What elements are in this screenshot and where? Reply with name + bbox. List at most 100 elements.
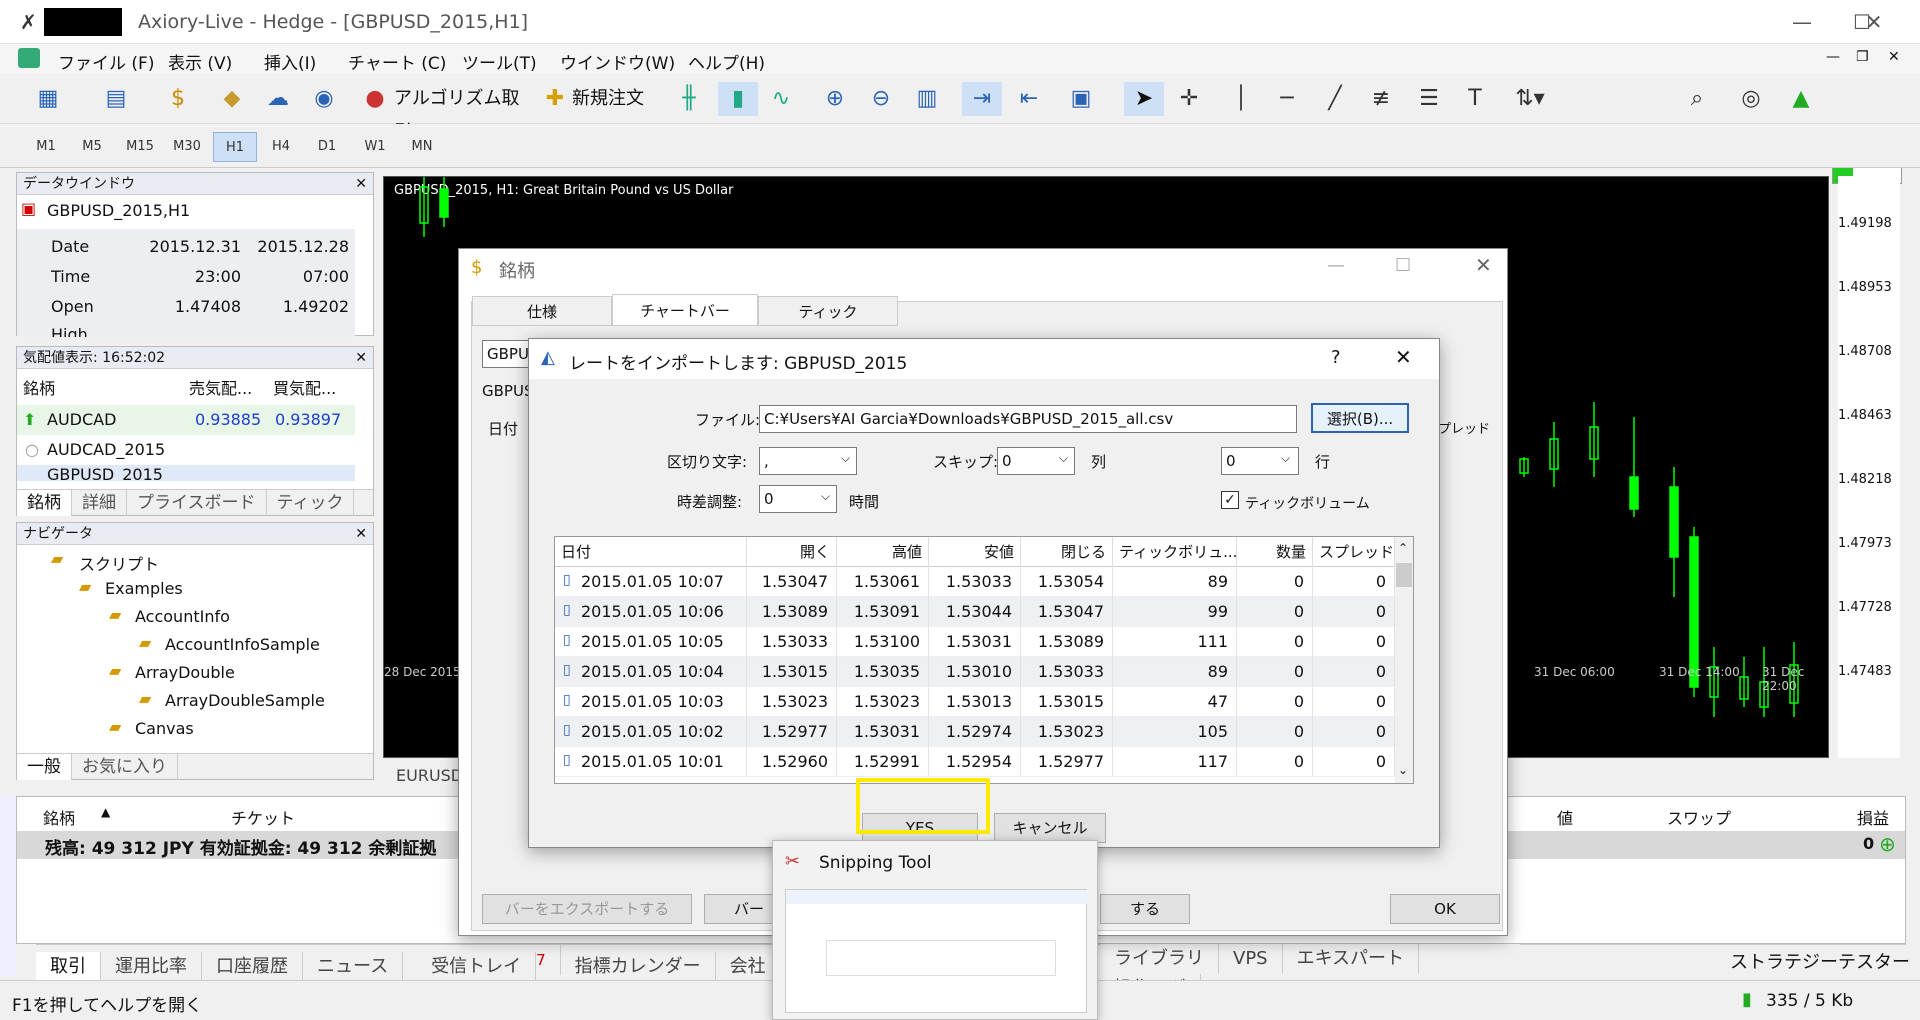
tickvolume-checkbox[interactable]: ✓ [1221, 491, 1239, 509]
line-chart-icon[interactable]: ∿ [764, 82, 798, 116]
table-row[interactable]: ▯ 2015.01.05 10:07 1.53047 1.53061 1.53033 1.… [555, 567, 1395, 597]
chart-shift-icon[interactable]: ⇤ [1012, 82, 1046, 116]
minimize-button[interactable]: — [1780, 6, 1824, 38]
search-icon[interactable]: ⌕ [1680, 82, 1714, 116]
tab-news[interactable]: ニュース [303, 952, 404, 982]
term-col-price[interactable]: 値 [1557, 805, 1573, 829]
tab-chartbar[interactable]: チャートバー [612, 294, 758, 326]
menu-chart[interactable]: チャート (C) [348, 49, 446, 74]
scroll-thumb[interactable] [1396, 563, 1412, 587]
profiles-icon[interactable]: ▤ [96, 82, 136, 116]
chevron-up-icon[interactable]: ⌃ [1398, 541, 1408, 555]
tf-m15[interactable]: M15 [118, 132, 162, 162]
tf-mn[interactable]: MN [400, 132, 444, 162]
quotes-col-ask[interactable]: 買気配... [273, 375, 336, 399]
zoom-out-icon[interactable]: ⊖ [864, 82, 898, 116]
add-icon[interactable]: ⊕ [1879, 832, 1896, 856]
tab-vps[interactable]: VPS [1219, 944, 1283, 974]
col-volume[interactable]: 数量 [1237, 537, 1313, 567]
tf-d1[interactable]: D1 [305, 132, 349, 162]
select-file-button[interactable]: 選択(B)... [1311, 403, 1409, 433]
col-spread[interactable]: スプレッド [1313, 537, 1395, 567]
minimize-button[interactable]: — [1327, 255, 1345, 276]
mdi-minimize-button[interactable]: — [1826, 49, 1840, 65]
algo-trading-button[interactable]: アルゴリズム取引 [394, 82, 524, 143]
tf-m30[interactable]: M30 [165, 132, 209, 162]
col-high[interactable]: 高値 [837, 537, 929, 567]
trendline-icon[interactable]: ╱ [1318, 82, 1352, 116]
fibonacci-icon[interactable]: ≢ [1364, 82, 1398, 116]
table-scrollbar[interactable]: ⌃ ⌄ [1395, 537, 1413, 783]
level-icon[interactable]: ▲ [1784, 82, 1818, 116]
tab-favorites[interactable]: お気に入り [72, 754, 178, 780]
nav-item-canvas[interactable]: Canvas [135, 719, 194, 738]
ok-button[interactable]: OK [1390, 894, 1500, 924]
text-icon[interactable]: T [1458, 82, 1492, 116]
tf-m1[interactable]: M1 [24, 132, 68, 162]
menu-view[interactable]: 表示 (V) [168, 49, 232, 74]
table-row[interactable]: ▯ 2015.01.05 10:03 1.53023 1.53023 1.53013 1.… [555, 687, 1395, 717]
market-icon[interactable]: $ [160, 82, 196, 116]
account-icon[interactable]: ◎ [1734, 82, 1768, 116]
table-row[interactable]: ▯ 2015.01.05 10:04 1.53015 1.53035 1.53010 1.… [555, 657, 1395, 687]
new-order-icon[interactable]: ✚ [540, 82, 570, 116]
help-button[interactable]: ? [1331, 347, 1341, 368]
col-low[interactable]: 安値 [929, 537, 1021, 567]
menu-file[interactable]: ファイル (F) [58, 49, 154, 74]
file-path-input[interactable]: C:¥Users¥AI Garcia¥Downloads¥GBPUSD_2015… [759, 405, 1297, 433]
quotes-col-bid[interactable]: 売気配... [189, 375, 252, 399]
close-icon[interactable]: ✕ [355, 347, 367, 369]
new-order-button[interactable]: 新規注文 [572, 82, 654, 116]
mdi-close-button[interactable]: ✕ [1888, 49, 1900, 65]
broadcast-icon[interactable]: ◉ [306, 82, 342, 116]
equidistant-icon[interactable]: ☰ [1412, 82, 1446, 116]
chart-tab-eurusd[interactable]: EURUSD [396, 766, 463, 785]
quotes-col-symbol[interactable]: 銘柄 [23, 375, 55, 399]
strategy-tester-button[interactable]: ストラテジーテスター [1730, 948, 1910, 974]
tab-exposure[interactable]: 運用比率 [101, 952, 202, 982]
signals-icon[interactable]: ◆ [214, 82, 250, 116]
tab-priceboard[interactable]: プライスボード [127, 490, 267, 516]
quote-row[interactable]: GBPUSD_2015 [17, 465, 355, 481]
menu-insert[interactable]: 挿入(I) [264, 49, 316, 74]
menu-tools[interactable]: ツール(T) [462, 49, 537, 74]
nav-item-arraydouble[interactable]: ArrayDouble [135, 663, 235, 682]
table-row[interactable]: ▯ 2015.01.05 10:01 1.52960 1.52991 1.52954 1.… [555, 747, 1395, 777]
templates-icon[interactable]: ▣ [1064, 82, 1098, 116]
horizontal-line-icon[interactable]: ─ [1270, 82, 1304, 116]
cancel-button[interactable]: キャンセル [994, 813, 1106, 843]
mdi-restore-button[interactable]: ❐ [1856, 49, 1869, 65]
menu-help[interactable]: ヘルプ(H) [688, 49, 765, 74]
quote-row[interactable]: ⬆ AUDCAD 0.93885 0.93897 [17, 405, 355, 435]
autoscroll-icon[interactable]: ⇥ [962, 82, 1002, 116]
tab-experts[interactable]: エキスパート [1283, 944, 1420, 974]
term-col-swap[interactable]: スワップ [1667, 805, 1731, 829]
tab-symbols[interactable]: 銘柄 [17, 490, 72, 516]
tab-tick[interactable]: ティック [267, 490, 355, 516]
nav-item-examples[interactable]: Examples [105, 579, 183, 598]
close-icon[interactable]: ✕ [355, 523, 367, 545]
tab-calendar[interactable]: 指標カレンダー [561, 952, 716, 982]
term-col-pl[interactable]: 損益 [1857, 805, 1889, 829]
tab-tick[interactable]: ティック [758, 296, 898, 326]
cursor-icon[interactable]: ➤ [1124, 82, 1164, 116]
import-preview-table[interactable]: 日付 開く 高値 安値 閉じる ティックボリュ... 数量 スプレッド ▯ 201… [554, 536, 1414, 784]
tab-details[interactable]: 詳細 [72, 490, 127, 516]
snipping-tool-preview[interactable]: ✂ Snipping Tool [772, 840, 1098, 1020]
term-col-symbol[interactable]: 銘柄 [43, 805, 75, 829]
col-date[interactable]: 日付 [555, 537, 747, 567]
tab-spec[interactable]: 仕様 [472, 296, 612, 326]
tab-inbox[interactable]: 受信トレイ 7 [403, 945, 561, 982]
maximize-button[interactable]: ☐ [1395, 255, 1411, 276]
close-button[interactable]: ✕ [1395, 345, 1412, 369]
candlestick-icon[interactable]: ▮ [718, 82, 758, 116]
nav-item-arraydoublesample[interactable]: ArrayDoubleSample [165, 691, 325, 710]
tab-history[interactable]: 口座履歴 [202, 952, 303, 982]
term-col-ticket[interactable]: チケット [231, 805, 295, 829]
app-menu-icon[interactable] [18, 48, 40, 68]
algo-trading-icon[interactable]: ● [360, 82, 390, 116]
crosshair-icon[interactable]: ✛ [1172, 82, 1206, 116]
tf-m5[interactable]: M5 [70, 132, 114, 162]
col-tickvolume[interactable]: ティックボリュ... [1113, 537, 1237, 567]
tile-windows-icon[interactable]: ▥ [910, 82, 944, 116]
